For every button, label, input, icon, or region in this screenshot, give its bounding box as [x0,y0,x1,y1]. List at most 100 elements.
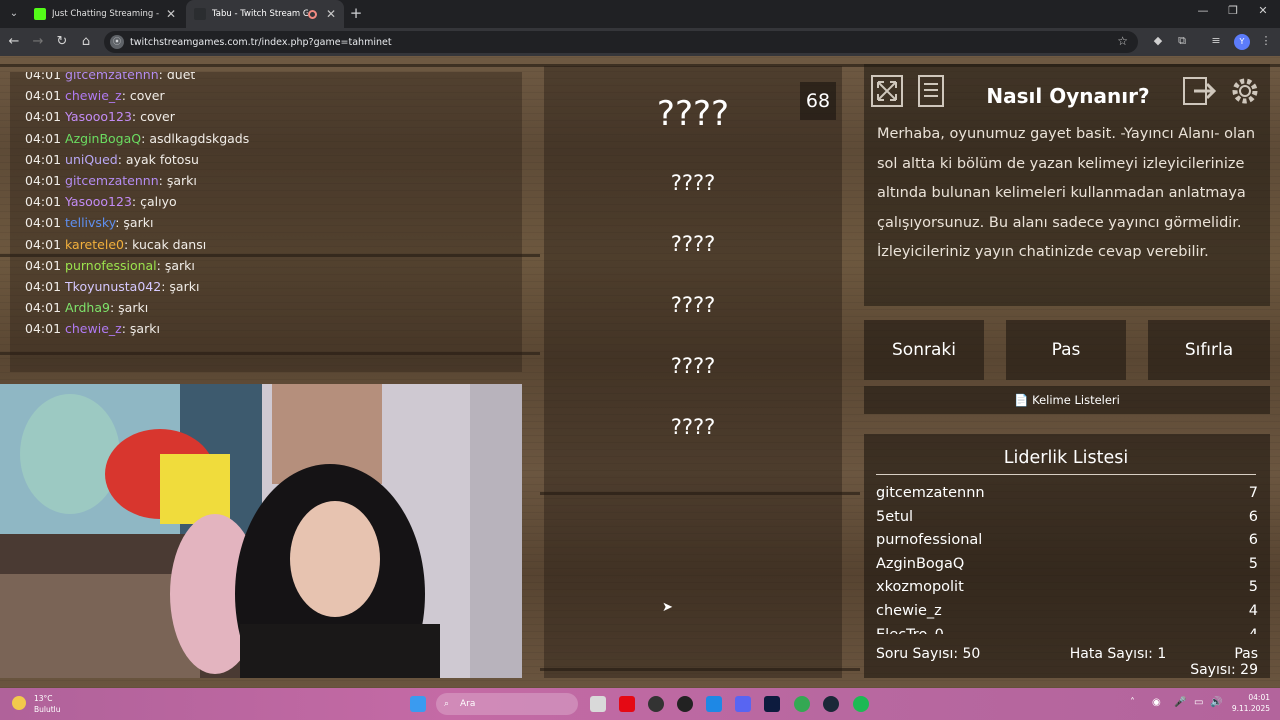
game-stats: Soru Sayısı: 50 Hata Sayısı: 1 Pas Sayıs… [876,646,1258,678]
chat-username[interactable]: Ardha9 [65,300,110,315]
browser-tab-bar: ⌄ Just Chatting Streaming - Live S ✕ Tab… [0,0,1280,28]
windows-taskbar: 13°C Bulutlu ⌕ Ara ˄ ◉ 🎤 ▭ 🔊 04:01 9.11.… [0,688,1280,720]
leaderboard-score: 5 [1248,555,1258,572]
leaderboard-row: xkozmopolit 5 [876,576,1258,600]
chat-message: 04:01 tellivsky: şarkı [10,212,522,233]
chat-username[interactable]: Yasooo123 [65,109,132,124]
search-placeholder: Ara [460,699,476,709]
chat-username[interactable]: karetele0 [65,237,124,252]
leaderboard-title: Liderlik Listesi [876,448,1256,475]
weather-cloud-icon[interactable] [12,696,26,710]
site-info-icon[interactable]: ⦿ [110,35,124,49]
back-icon[interactable]: ← [6,34,22,50]
webcam-image [0,384,522,678]
tray-chevron-icon[interactable]: ˄ [1130,697,1135,708]
taskbar-search[interactable]: ⌕ Ara [436,693,578,715]
home-icon[interactable]: ⌂ [78,34,94,50]
leaderboard-row: 5etul 6 [876,506,1258,530]
extension-diamond-icon[interactable]: ◆ [1150,34,1166,47]
chat-colon: : [156,257,165,273]
network-icon[interactable]: ▭ [1194,697,1203,708]
forward-icon[interactable]: → [30,34,46,50]
weather-widget[interactable]: 13°C Bulutlu [34,693,61,715]
chat-username[interactable]: Tkoyunusta042 [65,279,161,294]
media-controls-icon[interactable]: ≡ [1208,34,1224,47]
menu-dots-icon[interactable]: ⋮ [1258,34,1274,47]
tray-app-icon[interactable]: ◉ [1152,697,1161,708]
close-window-icon[interactable]: ✕ [1248,4,1278,17]
task-view-icon[interactable] [590,696,606,712]
hidden-forbidden-word: ???? [670,354,716,378]
close-tab-icon[interactable]: ✕ [166,7,176,21]
chat-username[interactable]: tellivsky [65,215,115,230]
webcam-feed [0,384,522,678]
chat-username[interactable]: gitcemzatennn [65,72,159,82]
chat-text: kucak dansı [132,236,207,252]
tab-just-chatting[interactable]: Just Chatting Streaming - Live S ✕ [26,0,184,28]
error-count: Hata Sayısı: 1 [1069,646,1167,662]
new-tab-icon[interactable]: + [346,4,366,22]
fullscreen-icon[interactable] [870,74,904,108]
chat-text: ayak fotosu [125,151,199,167]
tab-tabu-game[interactable]: Tabu - Twitch Stream Game ✕ [186,0,344,28]
game-page: 04:01 gitcemzatennn: duet 04:01 chewie_z:… [0,56,1280,688]
photoshop-icon[interactable] [764,696,780,712]
windows-start-icon[interactable] [410,696,426,712]
volume-icon[interactable]: 🔊 [1210,697,1222,708]
close-tab-icon[interactable]: ✕ [326,7,336,21]
leaderboard-row: chewie_z 4 [876,600,1258,624]
word-lists-button[interactable]: 📄 Kelime Listeleri [864,386,1270,414]
chat-username[interactable]: chewie_z [65,88,122,103]
chat-message: 04:01 AzginBogaQ: asdlkagdskgads [10,128,522,149]
how-to-play-text: Merhaba, oyunumuz gayet basit. -Yayıncı … [877,126,1256,261]
document-icon[interactable] [914,74,948,108]
chat-username[interactable]: purnofessional [65,258,157,273]
chat-timestamp: 04:01 [25,151,62,167]
chat-username[interactable]: chewie_z [65,321,122,336]
chat-username[interactable]: gitcemzatennn [65,173,159,188]
clock-date: 9.11.2025 [1231,704,1270,713]
spotify-icon[interactable] [853,696,869,712]
chat-text: şarkı [164,257,195,273]
settings-gear-icon[interactable] [1228,74,1262,108]
hidden-forbidden-word: ???? [670,232,716,256]
extensions-puzzle-icon[interactable]: ⧉ [1174,34,1190,48]
steam-icon[interactable] [823,696,839,712]
obs-icon[interactable] [648,696,664,712]
chat-message: 04:01 purnofessional: şarkı [10,255,522,276]
chat-text: cover [140,109,175,125]
chat-text: şarkı [123,215,154,231]
discord-icon[interactable] [735,696,751,712]
restore-icon[interactable]: ❐ [1218,4,1248,17]
leaderboard-row: gitcemzatennn 7 [876,482,1258,506]
app-icon[interactable] [677,696,693,712]
reset-button[interactable]: Sıfırla [1148,320,1270,380]
leaderboard-user: purnofessional [876,532,983,549]
tab-search-icon[interactable]: ⌄ [4,4,24,24]
logout-icon[interactable] [1182,74,1216,108]
reload-icon[interactable]: ↻ [54,34,70,50]
chat-timestamp: 04:01 [25,300,62,316]
pass-button[interactable]: Pas [1006,320,1126,380]
app-blue-icon[interactable] [706,696,722,712]
microphone-icon[interactable]: 🎤 [1174,697,1186,708]
tab-title: Tabu - Twitch Stream Game [212,9,308,19]
chat-username[interactable]: uniQued [65,152,118,167]
minimize-icon[interactable]: — [1188,4,1218,17]
next-button[interactable]: Sonraki [864,320,984,380]
system-clock[interactable]: 04:01 9.11.2025 [1232,692,1270,714]
netflix-icon[interactable] [619,696,635,712]
leaderboard-panel: Liderlik Listesi gitcemzatennn 7 5etul 6 pur… [864,434,1270,678]
leaderboard-score: 7 [1248,485,1258,501]
chrome-icon[interactable] [794,696,810,712]
chat-text: şarkı [166,172,197,188]
chat-username[interactable]: Yasooo123 [65,194,132,209]
address-bar[interactable]: ⦿ twitchstreamgames.com.tr/index.php?gam… [104,31,1138,53]
leaderboard-list[interactable]: gitcemzatennn 7 5etul 6 purnofessional 6 Azgin… [876,482,1258,634]
chat-colon: : [131,194,141,210]
profile-avatar[interactable]: Y [1234,34,1250,50]
chat-username[interactable]: AzginBogaQ [65,131,141,146]
pass-count: Pas Sayısı: 29 [1190,646,1258,678]
chat-colon: : [117,151,126,167]
bookmark-star-icon[interactable]: ☆ [1117,34,1128,48]
